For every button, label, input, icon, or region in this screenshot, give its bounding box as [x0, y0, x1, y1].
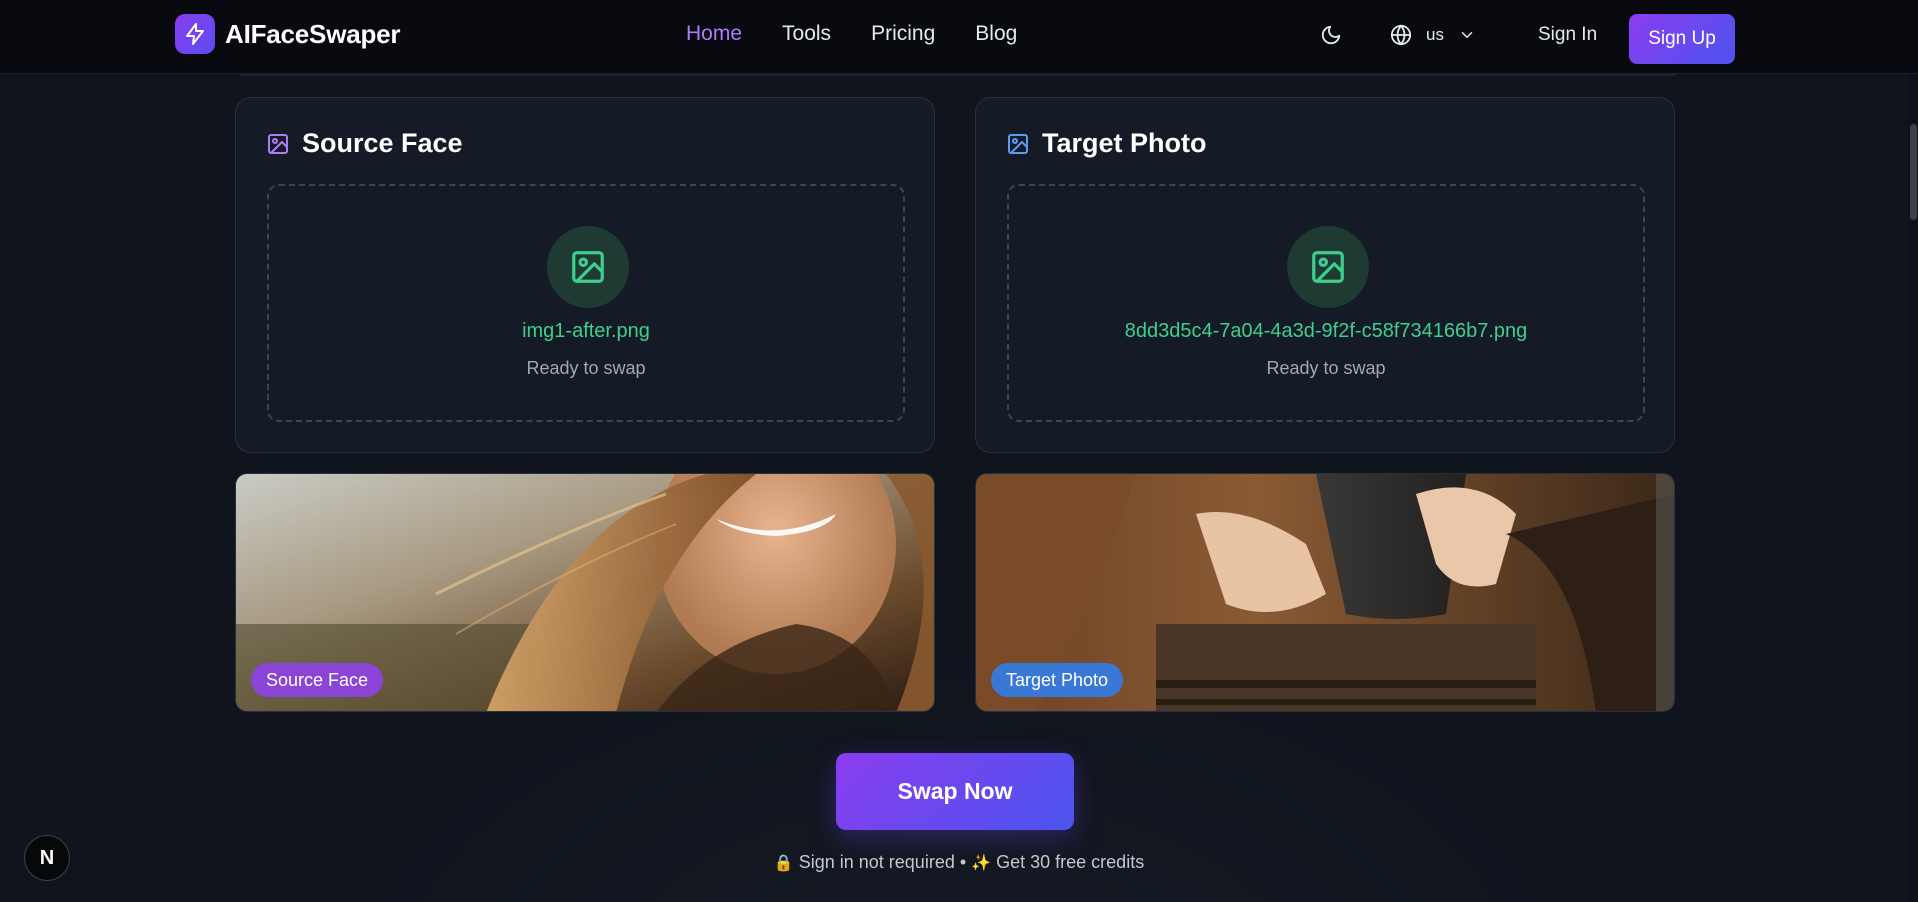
sign-in-link[interactable]: Sign In: [1538, 24, 1597, 46]
image-icon: [547, 226, 629, 308]
image-icon: [1287, 226, 1369, 308]
source-face-label: Source Face: [251, 663, 384, 697]
free-credits-text: Get 30 free credits: [996, 852, 1145, 872]
target-filename: 8dd3d5c4-7a04-4a3d-9f2f-c58f734166b7.png: [1124, 320, 1528, 342]
target-photo-card: Target Photo 8dd3d5c4-7a04-4a3d-9f2f-c58…: [975, 97, 1675, 453]
source-face-card: Source Face img1-after.png Ready to swap: [235, 97, 935, 453]
scrollbar-thumb[interactable]: [1910, 124, 1917, 220]
source-face-dropzone[interactable]: img1-after.png Ready to swap: [267, 184, 905, 422]
language-code: us: [1426, 25, 1444, 44]
target-photo-title: Target Photo: [1006, 128, 1207, 159]
moon-icon[interactable]: [1320, 24, 1344, 48]
source-face-title: Source Face: [266, 128, 463, 159]
target-photo-preview: Target Photo: [975, 473, 1675, 712]
bullet-separator: •: [959, 852, 967, 872]
site-header: AIFaceSwaper Home Tools Pricing Blog us …: [0, 0, 1918, 74]
sign-up-button[interactable]: Sign Up: [1629, 14, 1735, 64]
dev-tools-badge[interactable]: N: [24, 835, 70, 881]
target-photo-title-text: Target Photo: [1042, 128, 1207, 158]
section-divider: [240, 74, 1676, 76]
image-icon: [268, 133, 288, 154]
source-filename: img1-after.png: [522, 320, 650, 342]
target-photo-label: Target Photo: [991, 663, 1124, 697]
credits-note: 🔒 Sign in not required • ✨ Get 30 free c…: [0, 852, 1918, 873]
target-photo-dropzone[interactable]: 8dd3d5c4-7a04-4a3d-9f2f-c58f734166b7.png…: [1007, 184, 1645, 422]
language-selector[interactable]: us: [1390, 24, 1476, 46]
header-actions: us Sign In Sign Up: [0, 14, 1918, 64]
source-face-title-text: Source Face: [302, 128, 463, 158]
source-face-preview: Source Face: [235, 473, 935, 712]
no-signin-text: Sign in not required: [798, 852, 955, 872]
lock-icon: 🔒: [773, 855, 794, 872]
swap-now-button[interactable]: Swap Now: [836, 753, 1074, 830]
sparkles-icon: ✨: [971, 855, 992, 872]
target-status: Ready to swap: [1266, 358, 1386, 378]
chevron-down-icon: [1461, 32, 1473, 39]
source-status: Ready to swap: [526, 358, 646, 378]
image-icon: [1008, 133, 1028, 154]
globe-icon: [1390, 24, 1412, 46]
